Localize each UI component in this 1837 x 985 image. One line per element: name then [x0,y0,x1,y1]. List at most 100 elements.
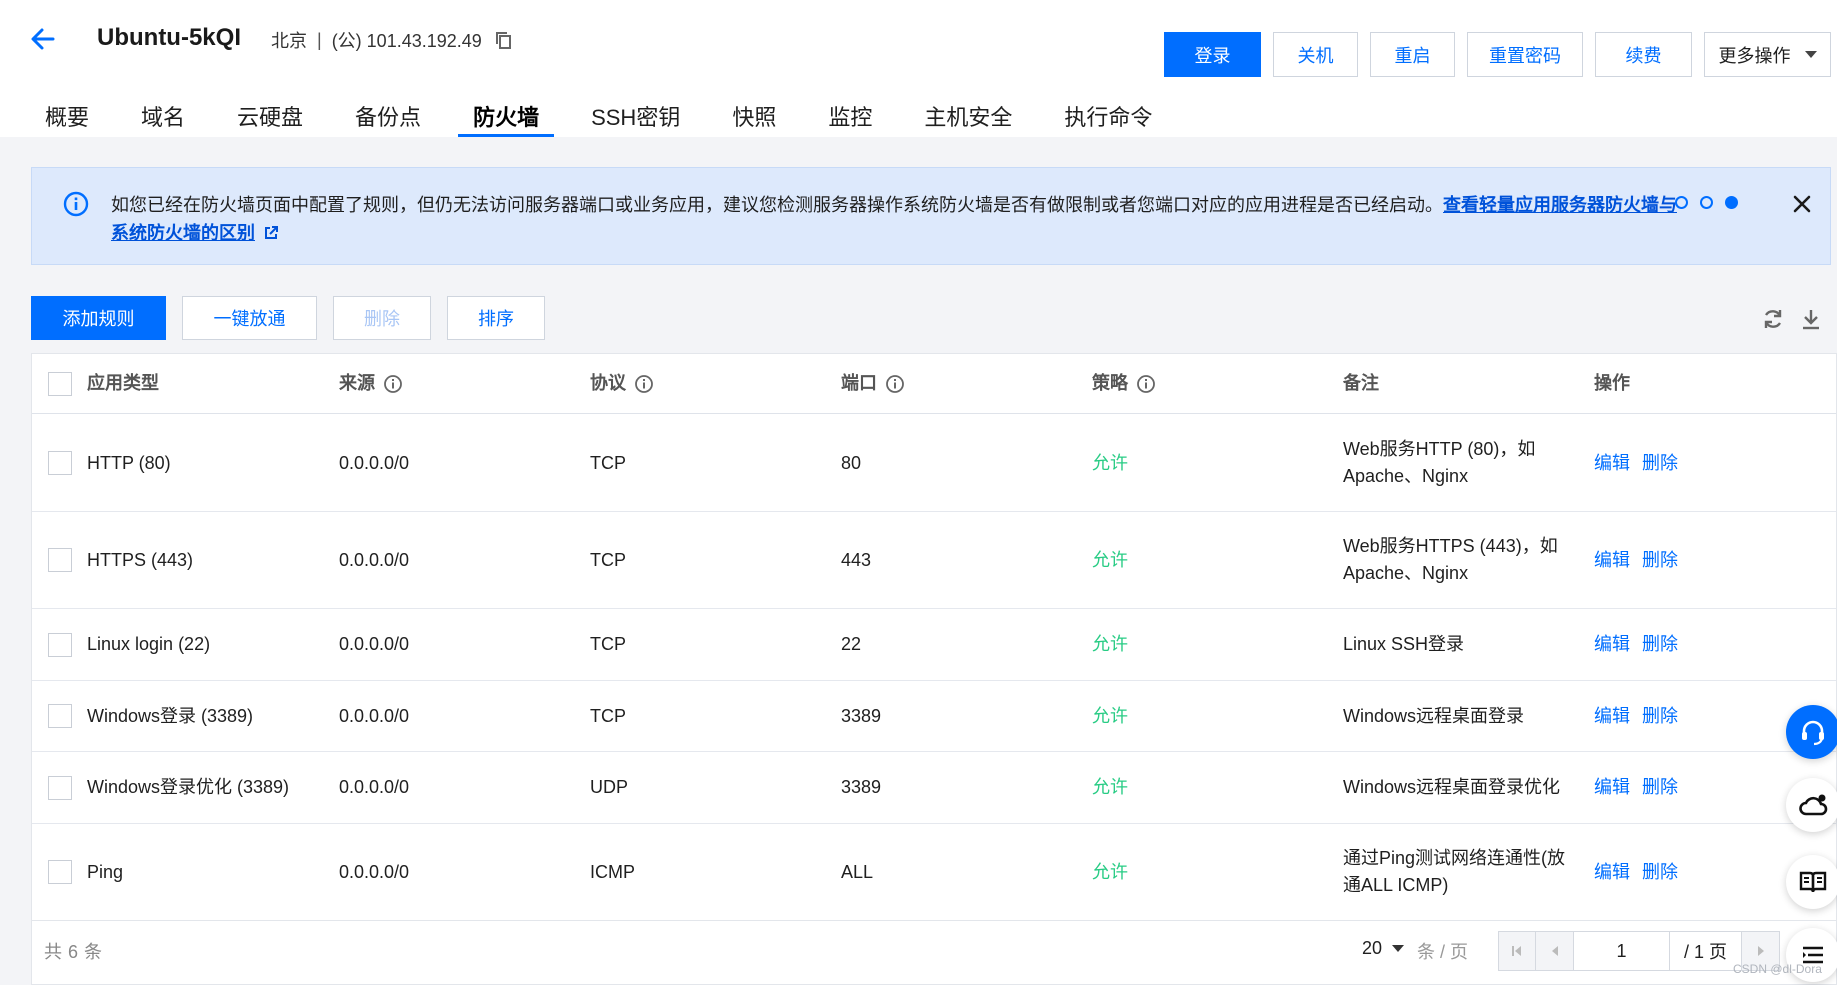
delete-link[interactable]: 删除 [1642,703,1678,730]
instance-meta: 北京 | (公) 101.43.192.49 [271,27,514,53]
row-checkbox[interactable] [48,860,72,884]
carousel-dots [1675,196,1738,209]
cell-note: Windows远程桌面登录 [1343,705,1525,726]
login-button[interactable]: 登录 [1164,32,1261,77]
edit-link[interactable]: 编辑 [1594,859,1630,886]
first-page-button[interactable] [1498,931,1536,971]
header-app-type[interactable]: 应用类型 [87,354,337,413]
support-button[interactable] [1786,705,1837,759]
delete-link[interactable]: 删除 [1642,631,1678,658]
delete-link[interactable]: 删除 [1642,859,1678,886]
tab-backup[interactable]: 备份点 [340,96,436,137]
cell-policy: 允许 [1092,777,1128,797]
delete-button[interactable]: 删除 [333,296,431,340]
refresh-icon[interactable] [1761,307,1785,331]
cell-protocol: TCP [590,452,626,473]
tab-cloud-disk[interactable]: 云硬盘 [222,96,318,137]
cell-port: 80 [841,452,862,473]
tab-snapshot[interactable]: 快照 [717,96,791,137]
cell-app-type: HTTP (80) [87,452,171,473]
table-row: Windows登录优化 (3389) 0.0.0.0/0 UDP 3389 允许… [32,752,1836,824]
more-actions-dropdown[interactable]: 更多操作 [1704,32,1831,77]
next-page-icon [1757,946,1764,956]
carousel-dot-1[interactable] [1675,196,1688,209]
back-button[interactable] [26,22,60,56]
edit-link[interactable]: 编辑 [1594,547,1630,574]
cell-note: Linux SSH登录 [1343,634,1465,654]
cell-policy: 允许 [1092,705,1128,726]
delete-link[interactable]: 删除 [1642,450,1678,477]
tab-firewall[interactable]: 防火墙 [458,96,555,137]
cell-port: 22 [841,634,862,654]
cell-note: Web服务HTTP (80)，如Apache、Nginx [1343,439,1536,486]
carousel-dot-2[interactable] [1700,196,1713,209]
table-header-row: 应用类型 来源 协议 端口 策略 备注 操作 [32,354,1836,414]
tab-host-security[interactable]: 主机安全 [909,96,1027,137]
info-icon[interactable] [1136,374,1156,394]
info-icon[interactable] [383,374,403,394]
caret-down-icon [1804,51,1817,58]
download-icon[interactable] [1799,307,1823,331]
close-icon[interactable] [1790,192,1814,216]
tab-monitor[interactable]: 监控 [813,96,887,137]
cell-source: 0.0.0.0/0 [339,705,410,726]
header-note: 备注 [1343,373,1379,393]
add-rule-button[interactable]: 添加规则 [31,296,166,340]
notice-text: 如您已经在防火墙页面中配置了规则，但仍无法访问服务器端口或业务应用，建议您检测服… [111,191,1681,247]
cell-app-type: Linux login (22) [87,634,211,654]
delete-link[interactable]: 删除 [1642,774,1678,801]
cell-port: 3389 [841,777,882,797]
sort-button[interactable]: 排序 [447,296,545,340]
info-icon[interactable] [634,374,654,394]
book-icon [1799,871,1827,893]
tab-ssh-key[interactable]: SSH密钥 [576,96,695,137]
row-checkbox[interactable] [48,548,72,572]
back-arrow-icon [31,28,55,50]
firewall-rules-table: 应用类型 来源 协议 端口 策略 备注 操作 HTTP (80) 0.0.0.0… [31,353,1837,921]
prev-page-button[interactable] [1536,931,1574,971]
info-icon[interactable] [885,374,905,394]
delete-link[interactable]: 删除 [1642,547,1678,574]
row-checkbox[interactable] [48,632,72,657]
copy-icon[interactable] [494,30,514,50]
tab-overview[interactable]: 概要 [30,96,104,137]
page-size-select[interactable]: 20 [1362,938,1405,959]
edit-link[interactable]: 编辑 [1594,703,1630,730]
first-page-icon [1512,946,1521,956]
table-row: HTTPS (443) 0.0.0.0/0 TCP 443 允许 Web服务HT… [32,512,1836,609]
cell-protocol: UDP [590,777,629,797]
cell-ops: 编辑 删除 [1594,512,1794,608]
renew-button[interactable]: 续费 [1595,32,1692,77]
page-number-input[interactable] [1574,931,1670,971]
cell-source: 0.0.0.0/0 [339,549,410,570]
header-port-label: 端口 [841,373,877,393]
edit-link[interactable]: 编辑 [1594,450,1630,477]
restart-button[interactable]: 重启 [1370,32,1455,77]
cell-note: Web服务HTTPS (443)，如Apache、Nginx [1343,536,1558,583]
cell-app-type: Ping [87,861,124,882]
external-link-icon[interactable] [263,225,279,241]
cell-policy: 允许 [1092,861,1128,882]
edit-link[interactable]: 编辑 [1594,631,1630,658]
reset-password-button[interactable]: 重置密码 [1467,32,1583,77]
shutdown-button[interactable]: 关机 [1273,32,1358,77]
docs-button[interactable] [1786,855,1837,909]
row-checkbox[interactable] [48,704,72,728]
cell-protocol: TCP [590,549,626,570]
row-checkbox[interactable] [48,775,72,800]
tab-run-command[interactable]: 执行命令 [1049,96,1167,137]
total-suffix: 条 [84,942,103,962]
cell-ops: 编辑 删除 [1594,415,1794,511]
carousel-dot-3[interactable] [1725,196,1738,209]
public-ip: (公) 101.43.192.49 [331,31,482,51]
one-click-open-button[interactable]: 一键放通 [182,296,317,340]
tab-bar: 概要 域名 云硬盘 备份点 防火墙 SSH密钥 快照 监控 主机安全 执行命令 [30,96,1189,137]
tab-domain[interactable]: 域名 [126,96,200,137]
cell-policy: 允许 [1092,452,1128,473]
cloud-assistant-button[interactable] [1786,778,1837,832]
row-checkbox[interactable] [48,451,72,475]
table-row: Ping 0.0.0.0/0 ICMP ALL 允许 通过Ping测试网络连通性… [32,824,1836,920]
select-all-checkbox[interactable] [48,371,72,396]
notice-banner: 如您已经在防火墙页面中配置了规则，但仍无法访问服务器端口或业务应用，建议您检测服… [31,167,1831,265]
edit-link[interactable]: 编辑 [1594,774,1630,801]
